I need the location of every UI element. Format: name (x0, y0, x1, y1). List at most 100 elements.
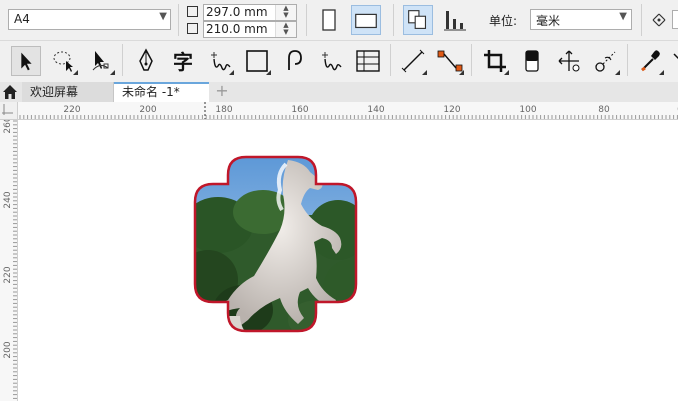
paper-size-select[interactable]: A4 ▼ (8, 9, 171, 30)
shape-tool[interactable] (86, 46, 116, 76)
ruler-label: 80 (598, 105, 610, 115)
artwork (193, 155, 358, 333)
artistic-media-tool[interactable] (316, 46, 346, 76)
blend-tool[interactable] (591, 46, 621, 76)
flyout-indicator (422, 70, 427, 75)
ruler-ticks: 260 240 220 200 (3, 119, 17, 399)
ruler-ticks: 220200180160140120100806 (19, 102, 678, 119)
horizontal-ruler[interactable]: 220200180160140120100806 (0, 102, 678, 120)
ruler-label: 120 (443, 105, 460, 115)
units-select[interactable]: 毫米 ▼ (530, 9, 632, 30)
ruler-label: 220 (3, 266, 13, 283)
ruler-label: 160 (291, 105, 308, 115)
landscape-page-icon (355, 13, 377, 29)
freehand-tool[interactable] (205, 46, 235, 76)
height-spinner[interactable]: ▲ ▼ (275, 22, 296, 37)
property-bar: A4 ▼ 297.0 mm ▲ ▼ 210.0 mm ▲ ▼ 单位: 毫米 ▼ (0, 0, 678, 41)
current-page-button[interactable] (440, 5, 470, 35)
page-width-icon (187, 6, 198, 17)
nudge-button[interactable] (648, 5, 670, 35)
page-width-value: 297.0 mm (206, 5, 268, 19)
drawing-canvas[interactable] (18, 120, 678, 401)
portrait-page-icon (322, 9, 336, 31)
home-tab[interactable] (0, 82, 20, 102)
ruler-origin[interactable] (0, 102, 18, 120)
paper-size-value: A4 (14, 12, 30, 26)
fill-tool[interactable] (670, 46, 678, 76)
landscape-button[interactable] (351, 5, 381, 35)
new-tab-button[interactable]: + (213, 82, 231, 102)
toolbar-divider (471, 44, 472, 76)
width-spinner[interactable]: ▲ ▼ (275, 5, 296, 20)
page-height-value: 210.0 mm (206, 22, 268, 36)
document-tab-bar: 欢迎屏幕 未命名 -1* + (0, 82, 678, 103)
page-height-icon (187, 23, 198, 34)
flyout-indicator (73, 70, 78, 75)
flyout-indicator (615, 70, 620, 75)
chevron-down-icon: ▼ (159, 11, 167, 22)
toolbar-divider (306, 4, 307, 36)
pen-nib-icon (139, 48, 153, 71)
flyout-indicator (659, 70, 664, 75)
toolbox: 字 (0, 41, 678, 83)
portrait-button[interactable] (314, 5, 344, 35)
home-icon (3, 85, 17, 99)
page-height-field[interactable]: 210.0 mm ▲ ▼ (203, 21, 297, 38)
dimension-tool[interactable] (398, 46, 428, 76)
connector-tool[interactable] (435, 46, 465, 76)
toolbar-divider (627, 44, 628, 76)
tab-untitled-document[interactable]: 未命名 -1* (114, 82, 209, 102)
units-label: 单位: (489, 14, 518, 28)
plus-icon: + (215, 81, 229, 100)
transform-tool[interactable] (554, 46, 584, 76)
brush-stroke-icon (322, 52, 342, 71)
rectangle-tool[interactable] (242, 46, 272, 76)
curve-s-icon (288, 50, 302, 70)
all-pages-button[interactable] (403, 5, 433, 35)
tab-welcome-screen[interactable]: 欢迎屏幕 (22, 82, 114, 102)
text-tool[interactable]: 字 (168, 46, 198, 76)
units-value: 毫米 (536, 14, 561, 28)
toolbar-divider (641, 4, 642, 36)
tab-label: 欢迎屏幕 (30, 85, 79, 99)
pages-stack-icon (408, 10, 427, 29)
eraser-tool[interactable] (517, 46, 547, 76)
pick-tool[interactable] (11, 46, 41, 76)
ruler-label: 200 (3, 341, 13, 358)
eraser-icon (525, 50, 539, 72)
crop-tool[interactable] (480, 46, 510, 76)
table-grid-icon (356, 50, 380, 72)
toolbar-divider (390, 44, 391, 76)
flyout-indicator (459, 70, 464, 75)
vertical-ruler[interactable]: 260 240 220 200 (0, 119, 18, 401)
ruler-label: 220 (63, 105, 80, 115)
flyout-indicator (229, 70, 234, 75)
move-nodes-icon (558, 50, 580, 72)
ruler-origin-icon (2, 104, 13, 115)
page-width-field[interactable]: 297.0 mm ▲ ▼ (203, 4, 297, 21)
chevron-down-icon: ▼ (619, 11, 627, 22)
bar-chart-icon (444, 11, 466, 31)
flyout-indicator (266, 70, 271, 75)
spiral-tool[interactable] (279, 46, 309, 76)
text-zi-icon: 字 (173, 50, 193, 74)
tab-label: 未命名 -1* (122, 85, 180, 99)
toolbar-divider (178, 4, 179, 36)
ruler-label: 100 (519, 105, 536, 115)
eyedropper-tool[interactable] (635, 46, 665, 76)
horse-photo (195, 157, 356, 331)
toolbar-divider (122, 44, 123, 76)
ruler-label: 140 (367, 105, 384, 115)
freehand-pick-tool[interactable] (49, 46, 79, 76)
toolbar-divider (393, 4, 394, 36)
nudge-field[interactable] (672, 10, 678, 29)
svg-text:字: 字 (173, 50, 193, 74)
ruler-label: 260 (3, 119, 13, 134)
flyout-indicator (504, 70, 509, 75)
move-arrows-icon (652, 13, 666, 27)
table-tool[interactable] (353, 46, 383, 76)
fill-bucket-icon (673, 53, 678, 60)
ruler-label: 180 (215, 105, 232, 115)
pen-tool[interactable] (131, 46, 161, 76)
ruler-label: 240 (3, 191, 13, 208)
